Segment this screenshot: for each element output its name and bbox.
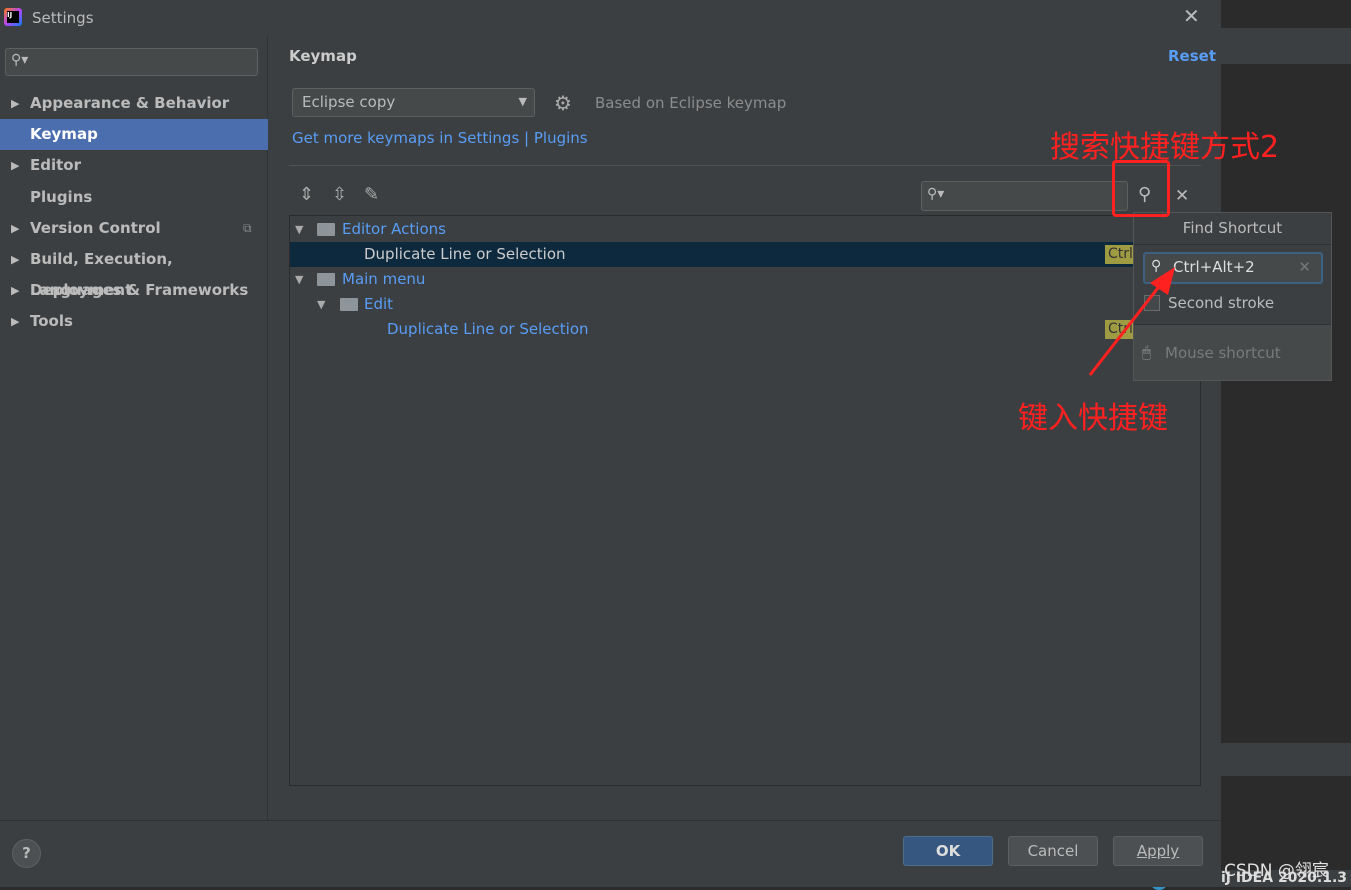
popup-title: Find Shortcut: [1134, 213, 1331, 245]
gear-icon[interactable]: ⚙: [554, 91, 572, 115]
sidebar-item-label: Version Control: [30, 218, 161, 237]
apply-button[interactable]: Apply: [1113, 836, 1203, 866]
action-search-input[interactable]: ⚲▾: [921, 181, 1128, 211]
clear-search-icon[interactable]: ✕: [1175, 186, 1189, 206]
sidebar-item-appearance-behavior[interactable]: ▶ Appearance & Behavior: [0, 88, 268, 119]
keymap-select-value: Eclipse copy: [302, 93, 396, 111]
sidebar-item-label: Editor: [30, 156, 81, 175]
link-separator: |: [524, 129, 530, 147]
search-icon: ⚲▾: [11, 52, 29, 68]
tree-row[interactable]: ▼ Editor Actions: [290, 217, 1200, 242]
sidebar-item-editor[interactable]: ▶ Editor: [0, 150, 268, 181]
keymap-tree: ▼ Editor Actions Duplicate Line or Selecti…: [289, 215, 1201, 786]
search-icon: ⚲▾: [927, 186, 945, 202]
based-on-label: Based on Eclipse keymap: [595, 94, 787, 112]
tree-item-label: Main menu: [342, 270, 426, 288]
sidebar-item-version-control[interactable]: ▶ Version Control ⧉: [0, 213, 268, 244]
folder-icon: [340, 298, 358, 311]
sidebar-item-label: Appearance & Behavior: [30, 94, 230, 112]
expand-all-icon[interactable]: ⇕: [299, 184, 314, 205]
help-icon[interactable]: ?: [12, 839, 41, 868]
collapse-arrow-icon[interactable]: ▼: [295, 217, 303, 242]
app-logo-icon: IJ: [4, 8, 22, 26]
chevron-down-icon: ▼: [518, 95, 527, 108]
tree-row[interactable]: Duplicate Line or Selection Ctrl: [290, 317, 1200, 342]
sidebar-item-plugins[interactable]: Plugins: [0, 182, 268, 213]
tree-row[interactable]: ▼ Edit: [290, 292, 1200, 317]
ok-button[interactable]: OK: [903, 836, 993, 866]
sidebar-item-build-execution-deployment[interactable]: ▶ Build, Execution, Deployment: [0, 244, 268, 299]
sidebar-item-label: Plugins: [30, 187, 93, 206]
tree-item-label: Editor Actions: [342, 220, 446, 238]
project-scope-icon: ⧉: [243, 220, 252, 235]
collapse-all-icon[interactable]: ⇳: [332, 184, 347, 205]
tree-row[interactable]: Duplicate Line or Selection Ctrl: [290, 242, 1200, 267]
annotation-top: 搜索快捷键方式2: [1050, 130, 1280, 165]
collapse-arrow-icon[interactable]: ▼: [317, 292, 325, 317]
sidebar-item-tools[interactable]: ▶ Tools: [0, 306, 268, 337]
expand-arrow-icon[interactable]: ▶: [11, 306, 19, 337]
dialog-footer: ? OK Cancel Apply: [0, 820, 1221, 887]
expand-arrow-icon[interactable]: ▶: [11, 88, 19, 119]
tree-row[interactable]: ▼ Main menu: [290, 267, 1200, 292]
title-bar: IJ Settings ✕: [0, 0, 1221, 36]
keymap-select[interactable]: Eclipse copy ▼: [292, 88, 535, 117]
cancel-button[interactable]: Cancel: [1008, 836, 1098, 866]
settings-sidebar: ⚲▾ ▶ Appearance & Behavior Keymap ▶ Editor Pl…: [0, 36, 268, 820]
sidebar-item-keymap[interactable]: Keymap: [0, 119, 268, 151]
watermark: CSDN @翎宸: [1224, 861, 1329, 881]
window-title: Settings: [32, 9, 94, 27]
reset-link[interactable]: Reset: [1168, 47, 1216, 65]
tree-item-label: Edit: [364, 295, 394, 313]
page-title: Keymap: [289, 47, 357, 65]
annotation-box: [1112, 160, 1170, 217]
clear-icon[interactable]: ✕: [1298, 258, 1311, 276]
folder-icon: [317, 223, 335, 236]
tree-item-label: Duplicate Line or Selection: [387, 320, 589, 338]
annotation-bottom: 键入快捷键: [1018, 401, 1168, 436]
sidebar-item-label: Tools: [30, 312, 73, 331]
settings-link[interactable]: Get more keymaps in Settings: [292, 129, 519, 147]
plugins-link[interactable]: Plugins: [534, 129, 588, 147]
tree-item-label: Duplicate Line or Selection: [364, 245, 566, 263]
expand-arrow-icon[interactable]: ▶: [11, 275, 19, 306]
annotation-arrow: [1088, 267, 1175, 376]
expand-arrow-icon[interactable]: ▶: [11, 244, 19, 275]
sidebar-item-languages-frameworks[interactable]: ▶ Languages & Frameworks: [0, 275, 268, 306]
expand-arrow-icon[interactable]: ▶: [11, 150, 19, 181]
sidebar-item-label: Languages & Frameworks: [30, 281, 249, 300]
shortcut-badge: Ctrl: [1105, 245, 1136, 264]
close-icon[interactable]: ✕: [1183, 4, 1200, 28]
folder-icon: [317, 273, 335, 286]
collapse-arrow-icon[interactable]: ▼: [295, 267, 303, 292]
sidebar-search-input[interactable]: ⚲▾: [5, 48, 258, 76]
sidebar-item-label: Keymap: [30, 125, 98, 144]
expand-arrow-icon[interactable]: ▶: [11, 213, 19, 244]
edit-pencil-icon[interactable]: ✎: [364, 184, 379, 205]
